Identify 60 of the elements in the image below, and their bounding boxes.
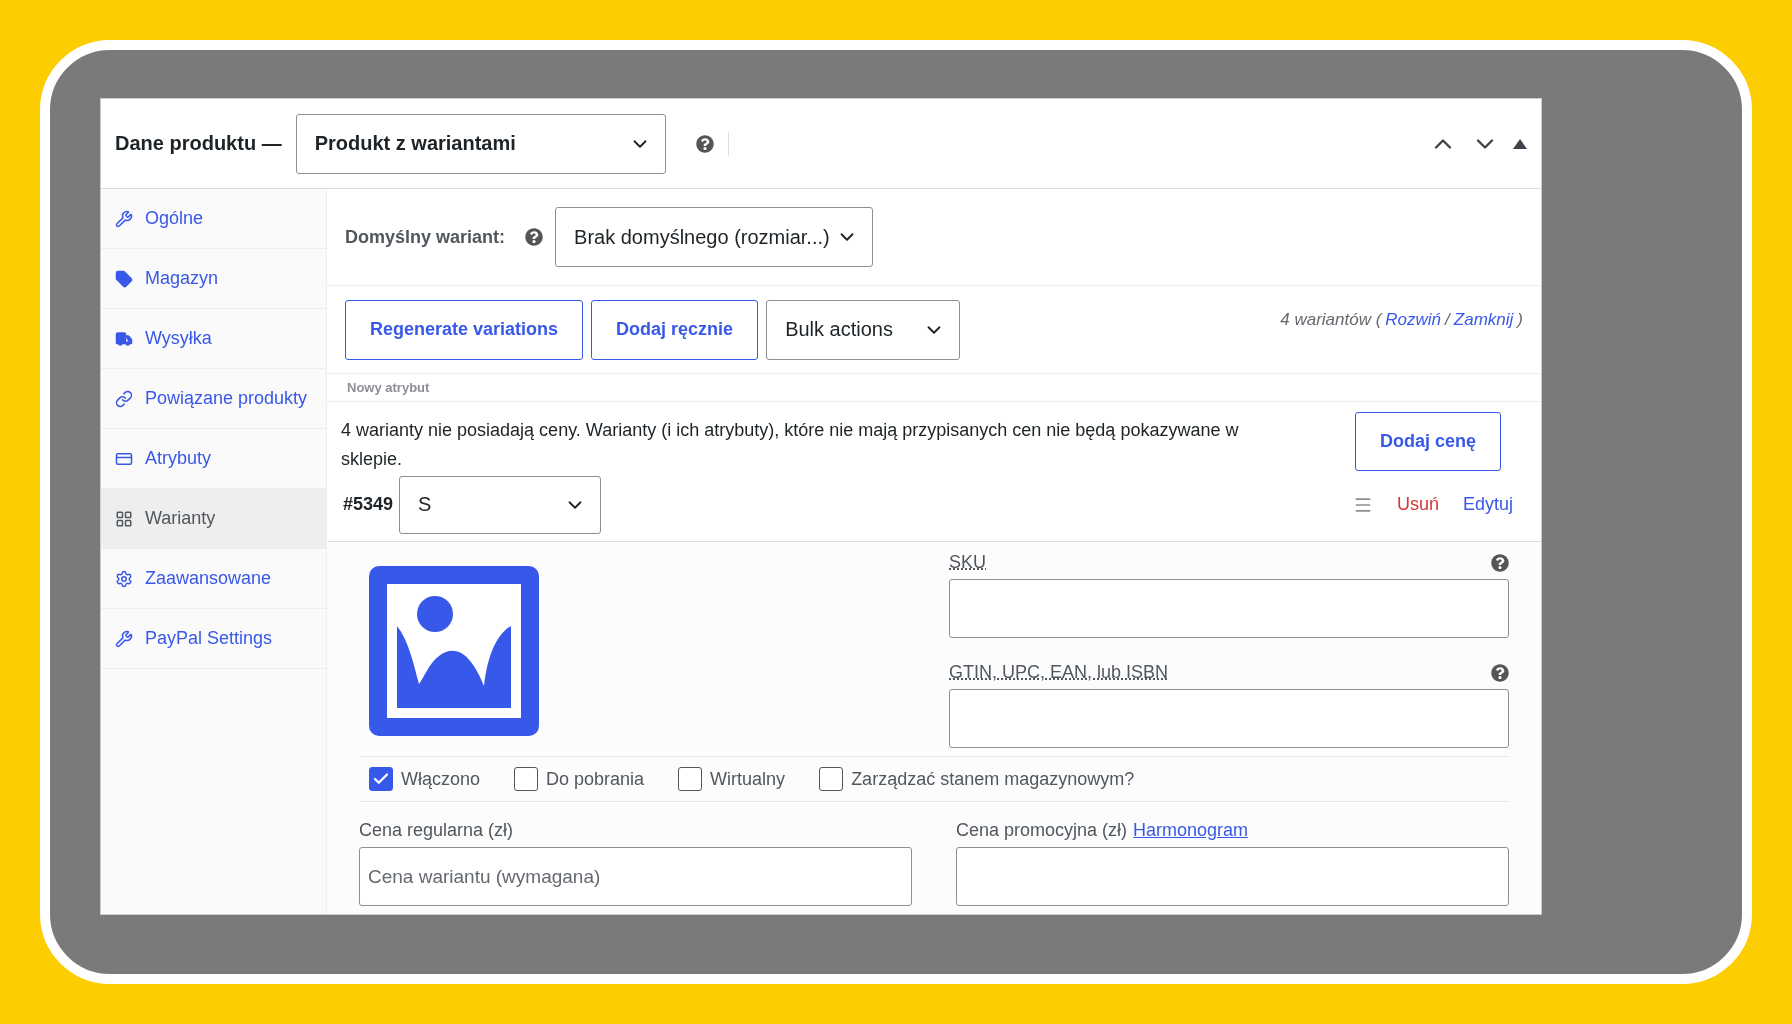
sidebar-item[interactable]: Powiązane produkty bbox=[101, 369, 326, 429]
sku-input[interactable] bbox=[949, 579, 1509, 638]
sale-price-label: Cena promocyjna (zł) bbox=[956, 820, 1128, 841]
help-icon[interactable] bbox=[525, 228, 544, 246]
checkbox[interactable] bbox=[819, 767, 844, 791]
sidebar-item[interactable]: Ogólne bbox=[101, 189, 326, 249]
remove-link[interactable]: Usuń bbox=[1396, 494, 1439, 515]
default-variant-label: Domyślny wariant: bbox=[345, 226, 506, 248]
expand-link[interactable]: Rozwiń bbox=[1385, 310, 1442, 330]
wrench-icon bbox=[115, 629, 133, 648]
sidebar-item[interactable]: Magazyn bbox=[101, 249, 326, 309]
sidebar-item[interactable]: Warianty bbox=[101, 489, 326, 549]
grid-icon bbox=[115, 509, 133, 528]
link-icon bbox=[115, 389, 133, 408]
regular-price-input[interactable]: Cena wariantu (wymagana) bbox=[359, 847, 912, 906]
checkbox-label: Włączono bbox=[401, 768, 481, 790]
missing-price-notice: 4 warianty nie posiadają ceny. Warianty (i ich atrybuty), które nie mają przypisanych cen nie będą pokazywane w sklepie. bbox=[341, 419, 1240, 471]
edit-link[interactable]: Edytuj bbox=[1462, 494, 1513, 515]
add-price-button[interactable]: Dodaj cenę bbox=[1354, 412, 1501, 471]
bulk-actions-select[interactable]: Bulk actions bbox=[766, 299, 961, 360]
checkbox-option[interactable]: Do pobrania bbox=[514, 767, 645, 791]
sku-label: SKU bbox=[949, 552, 986, 573]
gtin-label: GTIN, UPC, EAN, lub ISBN bbox=[949, 662, 1169, 683]
checkbox-option[interactable]: Zarządzać stanem magazynowym? bbox=[819, 767, 1135, 791]
sale-price-input[interactable] bbox=[956, 847, 1509, 906]
variant-count: 4 wariantów ( bbox=[1280, 310, 1382, 330]
checkbox-label: Zarządzać stanem magazynowym? bbox=[851, 768, 1135, 790]
closing-paren: ) bbox=[1517, 310, 1523, 330]
image-placeholder-icon[interactable] bbox=[369, 566, 539, 736]
default-variant-select[interactable]: Brak domyślnego (rozmiar...) bbox=[555, 207, 874, 267]
product-type-select[interactable]: Produkt z wariantami bbox=[295, 113, 666, 174]
help-icon[interactable] bbox=[695, 134, 714, 153]
gear-icon bbox=[115, 569, 133, 588]
toolbar-button[interactable]: Dodaj ręcznie bbox=[591, 299, 759, 360]
collapse-link[interactable]: Zamknij bbox=[1453, 310, 1514, 330]
toolbar-button[interactable]: Regenerate variations bbox=[345, 299, 584, 360]
help-icon[interactable] bbox=[1491, 663, 1509, 682]
gtin-input[interactable] bbox=[949, 689, 1509, 748]
attribute-select[interactable]: S bbox=[399, 475, 602, 534]
checkbox[interactable] bbox=[678, 767, 703, 791]
sidebar-item[interactable]: Zaawansowane bbox=[101, 549, 326, 609]
wrench-icon bbox=[115, 209, 133, 228]
checkbox-label: Do pobrania bbox=[546, 768, 645, 790]
checkbox[interactable] bbox=[514, 767, 539, 791]
schedule-link[interactable]: Harmonogram bbox=[1133, 820, 1249, 841]
triangle-up-icon[interactable] bbox=[1513, 138, 1527, 149]
checkbox-label: Wirtualny bbox=[710, 768, 786, 790]
regular-price-label: Cena regularna (zł) bbox=[359, 820, 514, 841]
sidebar-item[interactable]: PayPal Settings bbox=[101, 609, 326, 669]
checkbox-option[interactable]: Włączono bbox=[369, 767, 481, 791]
tag-icon bbox=[115, 269, 133, 288]
checkbox-option[interactable]: Wirtualny bbox=[678, 767, 786, 791]
help-icon[interactable] bbox=[1491, 553, 1509, 572]
link-separator: / bbox=[1445, 310, 1450, 330]
variation-id: #5349 bbox=[343, 494, 394, 515]
truck-icon bbox=[115, 329, 133, 348]
sidebar-item[interactable]: Wysyłka bbox=[101, 309, 326, 369]
checkbox[interactable] bbox=[369, 767, 393, 791]
attribute-label: Nowy atrybut bbox=[327, 374, 1541, 402]
panel-title: Dane produktu — bbox=[115, 132, 282, 155]
